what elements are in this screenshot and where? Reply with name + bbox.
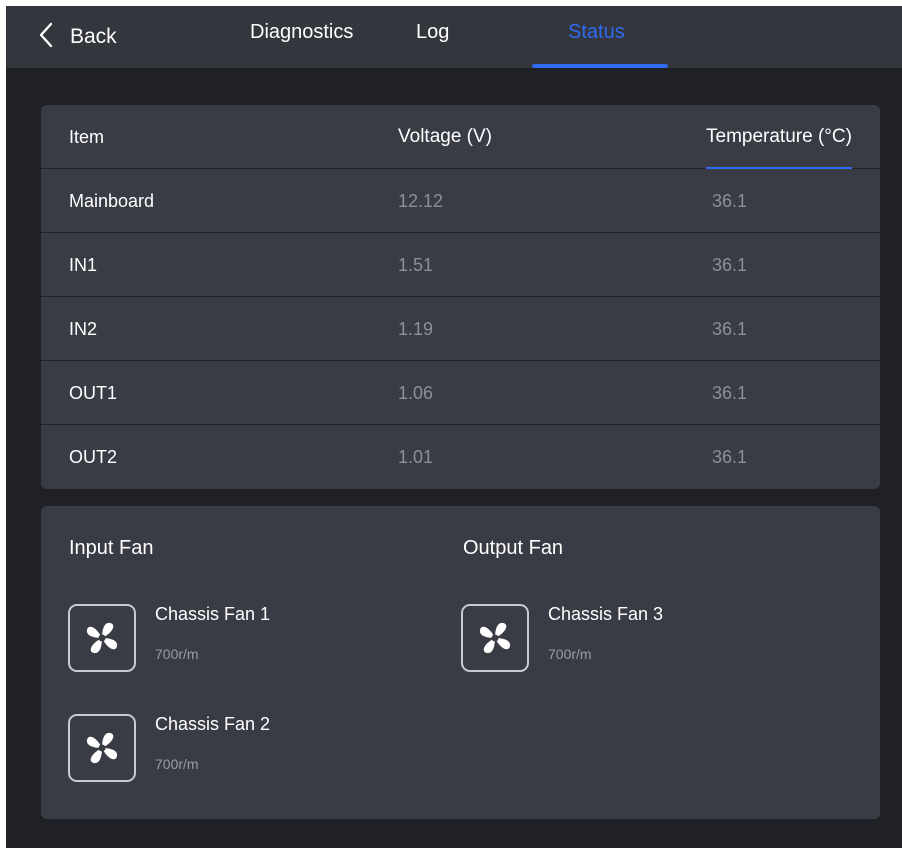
- fan-icon[interactable]: [461, 604, 529, 672]
- back-label: Back: [70, 25, 117, 48]
- fan-speed: 700r/m: [548, 646, 592, 662]
- active-tab-indicator: [532, 64, 668, 68]
- back-button[interactable]: Back: [36, 20, 117, 54]
- item-cell: OUT1: [69, 383, 118, 403]
- temperature-cell: 36.1: [712, 383, 748, 403]
- column-header-temperature[interactable]: Temperature (°C): [706, 105, 852, 169]
- fan-item-chassis-fan-1: Chassis Fan 1 700r/m: [68, 604, 388, 684]
- tab-status[interactable]: Status: [568, 21, 625, 44]
- fan-panel: Input Fan Output Fan Chassis Fan 1 700r/…: [41, 506, 880, 819]
- fan-speed: 700r/m: [155, 646, 199, 662]
- temperature-cell: 36.1: [712, 255, 748, 275]
- status-screen: Back Diagnostics Log Status Item Voltage…: [6, 6, 902, 848]
- column-header-item: Item: [69, 127, 105, 147]
- top-bar: Back Diagnostics Log Status: [6, 6, 902, 68]
- output-fan-title: Output Fan: [463, 537, 564, 559]
- table-row: IN2 1.19 36.1: [41, 297, 880, 361]
- table-row: OUT2 1.01 36.1: [41, 425, 880, 489]
- table-row: IN1 1.51 36.1: [41, 233, 880, 297]
- column-header-voltage: Voltage (V): [398, 126, 492, 147]
- temperature-cell: 36.1: [712, 447, 748, 467]
- voltage-cell: 1.06: [398, 383, 434, 403]
- voltage-cell: 1.01: [398, 447, 434, 467]
- tab-log[interactable]: Log: [416, 21, 449, 44]
- fan-name: Chassis Fan 1: [155, 604, 271, 624]
- fan-item-chassis-fan-3: Chassis Fan 3 700r/m: [461, 604, 781, 684]
- voltage-cell: 1.19: [398, 319, 434, 339]
- item-cell: OUT2: [69, 447, 118, 467]
- temperature-cell: 36.1: [712, 191, 748, 211]
- fan-item-chassis-fan-2: Chassis Fan 2 700r/m: [68, 714, 388, 794]
- fan-name: Chassis Fan 2: [155, 714, 271, 734]
- temperature-cell: 36.1: [712, 319, 748, 339]
- column-header-temperature-label: Temperature (°C): [706, 126, 852, 147]
- table-header: Item Voltage (V) Temperature (°C): [41, 105, 880, 169]
- item-cell: IN1: [69, 255, 98, 275]
- fan-icon[interactable]: [68, 604, 136, 672]
- chevron-left-icon: [36, 20, 58, 55]
- item-cell: IN2: [69, 319, 98, 339]
- voltage-cell: 1.51: [398, 255, 434, 275]
- fan-speed: 700r/m: [155, 756, 199, 772]
- voltage-cell: 12.12: [398, 191, 444, 211]
- table-row: Mainboard 12.12 36.1: [41, 169, 880, 233]
- fan-name: Chassis Fan 3: [548, 604, 664, 624]
- item-cell: Mainboard: [69, 191, 155, 211]
- fan-icon[interactable]: [68, 714, 136, 782]
- table-row: OUT1 1.06 36.1: [41, 361, 880, 425]
- tab-diagnostics[interactable]: Diagnostics: [250, 21, 353, 44]
- input-fan-title: Input Fan: [69, 537, 154, 559]
- status-table: Item Voltage (V) Temperature (°C) Mainbo…: [41, 105, 880, 489]
